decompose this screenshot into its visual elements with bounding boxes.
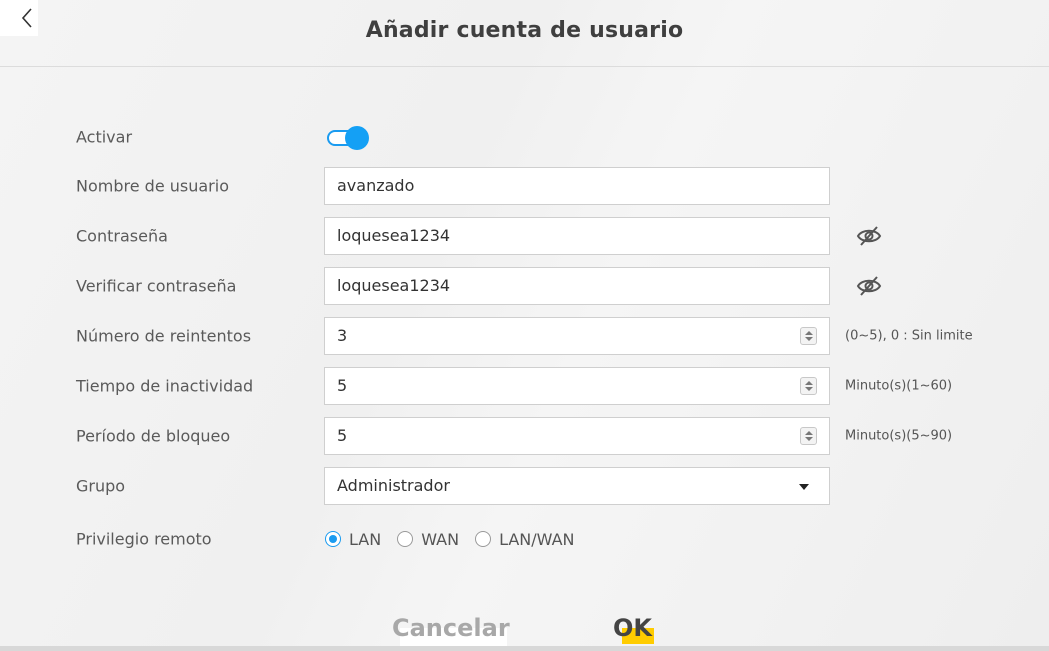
- cancel-button[interactable]: Cancelar: [392, 614, 510, 642]
- lockout-label: Período de bloqueo: [76, 426, 231, 446]
- radio-button[interactable]: [325, 531, 341, 547]
- remote-privilege-row: Privilegio remoto LAN WAN LAN/WAN: [0, 520, 1049, 558]
- idle-timeout-row: Tiempo de inactividad 5 Minuto(s)(1~60): [0, 367, 1049, 405]
- spinner-up-icon[interactable]: [805, 331, 813, 335]
- verify-password-label: Verificar contraseña: [76, 276, 237, 296]
- remote-privilege-label: Privilegio remoto: [76, 529, 212, 549]
- spinner-up-icon[interactable]: [805, 431, 813, 435]
- lockout-hint: Minuto(s)(5~90): [845, 428, 953, 444]
- activate-label: Activar: [76, 127, 133, 147]
- activate-row: Activar: [0, 118, 1049, 156]
- spinner-down-icon[interactable]: [805, 387, 813, 391]
- verify-password-input[interactable]: loquesea1234: [324, 267, 830, 305]
- activate-toggle[interactable]: [327, 126, 369, 150]
- page-title: Añadir cuenta de usuario: [365, 18, 684, 43]
- username-input[interactable]: avanzado: [324, 167, 830, 205]
- caret-down-icon: [799, 484, 809, 490]
- radio-button[interactable]: [475, 531, 492, 547]
- retries-value: 3: [337, 326, 348, 345]
- retries-input[interactable]: 3: [324, 317, 830, 355]
- group-label: Grupo: [76, 476, 126, 496]
- idle-timeout-spinner[interactable]: [800, 377, 817, 395]
- radio-label: WAN: [421, 529, 460, 549]
- radio-button[interactable]: [397, 531, 414, 547]
- header: Añadir cuenta de usuario: [0, 0, 1049, 67]
- footer-divider: [0, 646, 1049, 651]
- password-row: Contraseña loquesea1234: [0, 217, 1049, 255]
- eye-slash-icon[interactable]: [856, 224, 882, 248]
- lockout-spinner[interactable]: [800, 427, 817, 445]
- group-select[interactable]: Administrador: [324, 467, 830, 505]
- radio-option-lan[interactable]: LAN: [325, 530, 381, 549]
- lockout-row: Período de bloqueo 5 Minuto(s)(5~90): [0, 417, 1049, 455]
- radio-option-lan-wan[interactable]: LAN/WAN: [475, 529, 575, 549]
- username-label: Nombre de usuario: [76, 176, 229, 196]
- group-row: Grupo Administrador: [0, 467, 1049, 505]
- lockout-value: 5: [337, 426, 348, 445]
- idle-timeout-value: 5: [337, 376, 348, 395]
- spinner-down-icon[interactable]: [805, 437, 813, 441]
- eye-slash-icon[interactable]: [856, 274, 882, 298]
- spinner-up-icon[interactable]: [805, 381, 813, 385]
- group-value: Administrador: [337, 476, 450, 495]
- remote-privilege-radio-group: LAN WAN LAN/WAN: [325, 520, 591, 558]
- username-row: Nombre de usuario avanzado: [0, 167, 1049, 205]
- radio-label: LAN/WAN: [499, 529, 575, 549]
- password-input[interactable]: loquesea1234: [324, 217, 830, 255]
- spinner-down-icon[interactable]: [805, 337, 813, 341]
- radio-label: LAN: [349, 529, 382, 549]
- idle-timeout-hint: Minuto(s)(1~60): [845, 378, 953, 394]
- retries-label: Número de reintentos: [76, 326, 252, 346]
- verify-password-row: Verificar contraseña loquesea1234: [0, 267, 1049, 305]
- toggle-knob: [345, 126, 369, 150]
- password-label: Contraseña: [76, 226, 168, 246]
- ok-button[interactable]: OK: [613, 614, 652, 642]
- retries-row: Número de reintentos 3 (0~5), 0 : Sin li…: [0, 317, 1049, 355]
- idle-timeout-input[interactable]: 5: [324, 367, 830, 405]
- radio-option-wan[interactable]: WAN: [397, 530, 459, 549]
- retries-hint: (0~5), 0 : Sin limite: [845, 328, 973, 344]
- lockout-input[interactable]: 5: [324, 417, 830, 455]
- idle-timeout-label: Tiempo de inactividad: [76, 376, 254, 396]
- retries-spinner[interactable]: [800, 327, 817, 345]
